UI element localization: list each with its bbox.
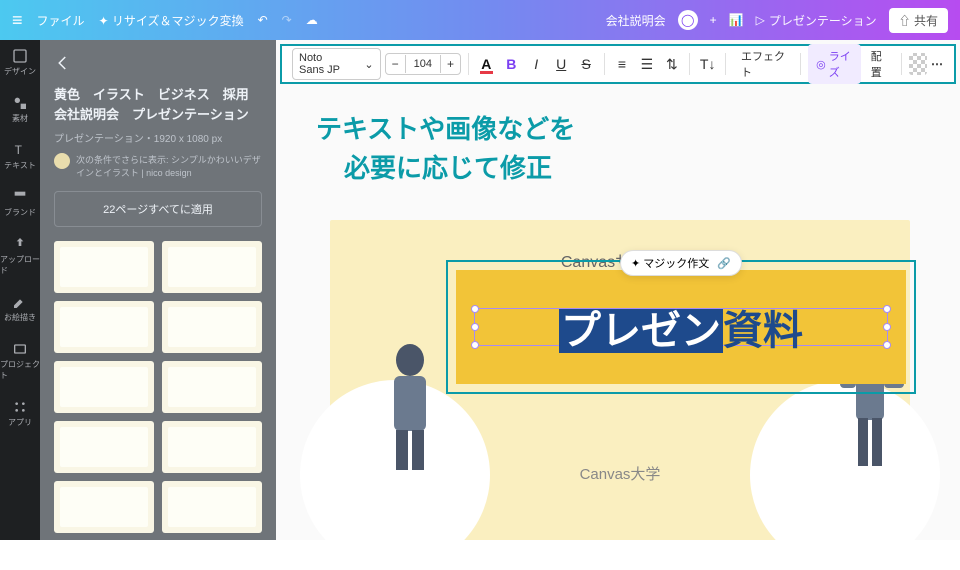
sidebar-item-apps[interactable]: アプリ bbox=[8, 399, 32, 428]
font-family-select[interactable]: Noto Sans JP⌄ bbox=[292, 48, 381, 80]
template-thumb[interactable] bbox=[162, 421, 262, 473]
magic-write-popup[interactable]: ✦マジック作文 🔗 bbox=[620, 250, 742, 276]
template-thumb[interactable] bbox=[54, 241, 154, 293]
editable-text[interactable]: プレゼン資料 bbox=[559, 298, 803, 356]
font-size-stepper[interactable]: − 104 + bbox=[385, 53, 461, 75]
template-thumb[interactable] bbox=[54, 421, 154, 473]
menu-icon[interactable]: ≡ bbox=[12, 10, 23, 31]
present-button[interactable]: ▷ プレゼンテーション bbox=[756, 12, 877, 29]
resize-handle[interactable] bbox=[471, 323, 479, 331]
resize-handle[interactable] bbox=[883, 323, 891, 331]
resize-handle[interactable] bbox=[883, 341, 891, 349]
template-title: 黄色 イラスト ビジネス 採用 会社説明会 プレゼンテーション bbox=[54, 85, 262, 124]
tutorial-annotation: テキストや画像などを 必要に応じて修正 bbox=[316, 110, 575, 188]
resize-menu[interactable]: ✦ リサイズ＆マジック変換 bbox=[99, 12, 244, 29]
align-button[interactable]: ≡ bbox=[611, 51, 632, 77]
doc-name[interactable]: 会社説明会 bbox=[606, 12, 666, 29]
left-rail: デザイン 素材 Tテキスト ブランド アップロード お絵描き プロジェクト アプ… bbox=[0, 40, 40, 540]
sidebar-item-design[interactable]: デザイン bbox=[4, 48, 36, 77]
chevron-down-icon: ⌄ bbox=[364, 58, 373, 71]
analytics-icon[interactable]: 📊 bbox=[729, 13, 744, 27]
resize-handle[interactable] bbox=[883, 305, 891, 313]
spacing-button[interactable]: ⇅ bbox=[661, 51, 682, 77]
decrease-size-button[interactable]: − bbox=[386, 54, 405, 74]
template-thumbnails bbox=[54, 241, 262, 533]
effects-button[interactable]: エフェクト bbox=[733, 44, 793, 84]
plus-icon[interactable]: + bbox=[710, 13, 717, 27]
template-thumb[interactable] bbox=[54, 301, 154, 353]
template-thumb[interactable] bbox=[162, 241, 262, 293]
sparkle-icon: ◎ bbox=[816, 58, 826, 71]
sidebar-item-brand[interactable]: ブランド bbox=[4, 189, 36, 218]
text-box[interactable]: ✦マジック作文 🔗 プレゼン資料 bbox=[456, 270, 906, 384]
sidebar-item-projects[interactable]: プロジェクト bbox=[0, 341, 40, 381]
italic-button[interactable]: I bbox=[526, 51, 547, 77]
underline-button[interactable]: U bbox=[551, 51, 572, 77]
template-thumb[interactable] bbox=[162, 481, 262, 533]
redo-icon[interactable]: ↷ bbox=[282, 13, 292, 27]
back-icon[interactable] bbox=[54, 54, 72, 72]
person-illustration-icon bbox=[360, 330, 460, 480]
vertical-text-button[interactable]: T↓ bbox=[697, 51, 718, 77]
resize-handle[interactable] bbox=[471, 341, 479, 349]
share-button[interactable]: ⇧ 共有 bbox=[889, 8, 948, 33]
more-options-button[interactable]: ⋯ bbox=[931, 57, 944, 71]
template-thumb[interactable] bbox=[162, 361, 262, 413]
template-tip[interactable]: 次の条件でさらに表示: シンプルかわいいデザインとイラスト | nico des… bbox=[54, 153, 262, 179]
text-toolbar: Noto Sans JP⌄ − 104 + A B I U S ≡ ☰ ⇅ T↓… bbox=[280, 44, 956, 84]
template-thumb[interactable] bbox=[54, 481, 154, 533]
top-bar: ≡ ファイル ✦ リサイズ＆マジック変換 ↶ ↷ ☁ 会社説明会 ◯ + 📊 ▷… bbox=[0, 0, 960, 40]
undo-icon[interactable]: ↶ bbox=[258, 13, 268, 27]
text-color-button[interactable]: A bbox=[476, 51, 497, 77]
selected-textbox-highlight: ✦マジック作文 🔗 プレゼン資料 bbox=[446, 260, 916, 394]
svg-text:T: T bbox=[15, 143, 23, 157]
canvas-area: Noto Sans JP⌄ − 104 + A B I U S ≡ ☰ ⇅ T↓… bbox=[276, 40, 960, 540]
animate-button[interactable]: ◎ライズ bbox=[808, 44, 861, 84]
resize-handle[interactable] bbox=[471, 305, 479, 313]
sidebar-item-elements[interactable]: 素材 bbox=[12, 95, 28, 124]
cloud-sync-icon[interactable]: ☁ bbox=[306, 13, 318, 27]
sidebar-item-text[interactable]: Tテキスト bbox=[4, 142, 36, 171]
sparkle-icon: ✦ bbox=[631, 257, 640, 270]
slide-university-text: Canvas大学 bbox=[330, 463, 910, 484]
template-thumb[interactable] bbox=[54, 361, 154, 413]
apply-all-button[interactable]: 22ページすべてに適用 bbox=[54, 191, 262, 227]
canva-logo-icon[interactable]: ◯ bbox=[678, 10, 698, 30]
author-avatar-icon bbox=[54, 153, 70, 169]
slide-canvas[interactable]: Canvasサービス ✦マジック作文 🔗 プレゼン資料 Canva bbox=[330, 220, 910, 540]
sidebar-item-draw[interactable]: お絵描き bbox=[4, 294, 36, 323]
bold-button[interactable]: B bbox=[501, 51, 522, 77]
increase-size-button[interactable]: + bbox=[441, 54, 460, 74]
template-panel: 黄色 イラスト ビジネス 採用 会社説明会 プレゼンテーション プレゼンテーショ… bbox=[40, 40, 276, 540]
font-size-value[interactable]: 104 bbox=[405, 55, 441, 73]
list-button[interactable]: ☰ bbox=[636, 51, 657, 77]
file-menu[interactable]: ファイル bbox=[37, 12, 85, 29]
link-icon[interactable]: 🔗 bbox=[717, 257, 731, 270]
position-button[interactable]: 配置 bbox=[865, 44, 895, 84]
sidebar-item-upload[interactable]: アップロード bbox=[0, 236, 40, 276]
template-thumb[interactable] bbox=[162, 301, 262, 353]
template-meta: プレゼンテーション・1920 x 1080 px bbox=[54, 130, 262, 145]
strikethrough-button[interactable]: S bbox=[576, 51, 597, 77]
transparency-button[interactable] bbox=[909, 53, 927, 75]
